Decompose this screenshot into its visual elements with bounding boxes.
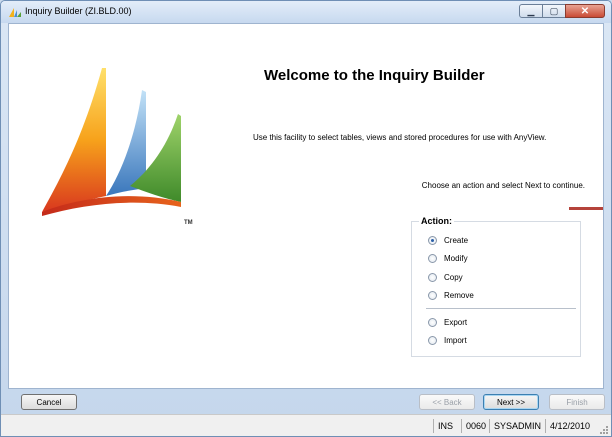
action-groupbox: Action: Create Modify Copy Remove Export [411, 216, 581, 357]
title-bar[interactable]: Inquiry Builder (ZI.BLD.00) ▁ ▢ ✕ [1, 1, 611, 23]
back-button[interactable]: << Back [419, 394, 475, 410]
window-title: Inquiry Builder (ZI.BLD.00) [25, 6, 132, 16]
status-company: 0060 [461, 419, 489, 433]
minimize-icon: ▁ [527, 5, 535, 16]
radio-label: Import [444, 336, 467, 345]
status-mode: INS [433, 419, 461, 433]
minimize-button[interactable]: ▁ [519, 4, 543, 18]
radio-label: Copy [444, 273, 463, 282]
inquiry-builder-icon [9, 8, 21, 17]
radio-button[interactable] [428, 336, 437, 345]
radio-button-selected[interactable] [428, 236, 437, 245]
accent-divider [569, 207, 603, 210]
microsoft-dynamics-logo: TM [42, 68, 193, 226]
maximize-icon: ▢ [549, 5, 559, 16]
description-text: Use this facility to select tables, view… [253, 133, 547, 142]
radio-label: Remove [444, 291, 474, 300]
page-title: Welcome to the Inquiry Builder [264, 67, 485, 84]
radio-export[interactable]: Export [428, 318, 467, 327]
trademark-mark: TM [184, 220, 193, 226]
radio-button[interactable] [428, 273, 437, 282]
radio-button[interactable] [428, 291, 437, 300]
status-date: 4/12/2010 [545, 419, 599, 433]
radio-remove[interactable]: Remove [428, 291, 474, 300]
radio-button[interactable] [428, 254, 437, 263]
radio-label: Modify [444, 254, 468, 263]
caption-buttons: ▁ ▢ ✕ [519, 4, 605, 20]
radio-label: Create [444, 236, 469, 245]
action-separator [426, 308, 576, 309]
next-button[interactable]: Next >> [483, 394, 539, 410]
radio-label: Export [444, 318, 468, 327]
resize-grip-icon[interactable] [599, 425, 609, 435]
finish-button[interactable]: Finish [549, 394, 605, 410]
status-bar: INS 0060 SYSADMIN 4/12/2010 [1, 414, 611, 436]
close-icon: ✕ [580, 5, 590, 17]
cancel-button[interactable]: Cancel [21, 394, 77, 410]
radio-modify[interactable]: Modify [428, 254, 468, 263]
wizard-panel: TM Welcome to the Inquiry Builder Use th… [8, 23, 604, 389]
instruction-text: Choose an action and select Next to cont… [421, 181, 585, 190]
maximize-button[interactable]: ▢ [542, 4, 566, 18]
action-legend: Action: [419, 216, 454, 226]
inquiry-builder-window: Inquiry Builder (ZI.BLD.00) ▁ ▢ ✕ TM Wel… [0, 0, 612, 437]
radio-copy[interactable]: Copy [428, 273, 463, 282]
radio-create[interactable]: Create [428, 236, 468, 245]
radio-import[interactable]: Import [428, 336, 467, 345]
close-button[interactable]: ✕ [565, 4, 605, 18]
status-user: SYSADMIN [489, 419, 545, 433]
radio-button[interactable] [428, 318, 437, 327]
